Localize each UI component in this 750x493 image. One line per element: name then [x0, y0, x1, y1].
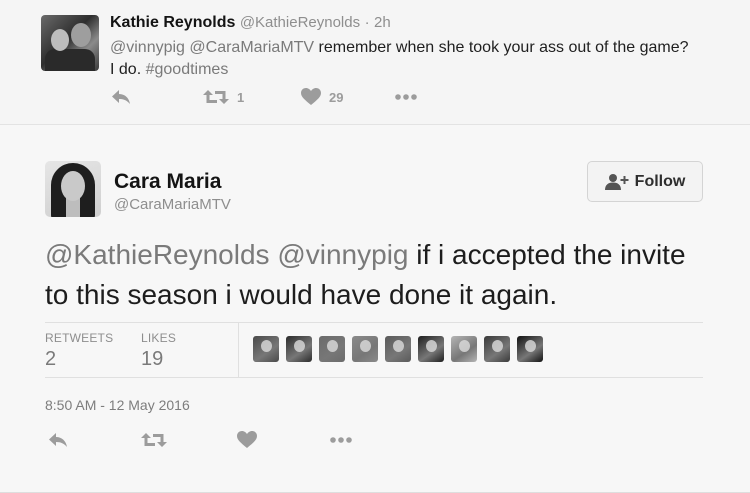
tweet-like-button[interactable]: [237, 431, 257, 449]
reply-mentions[interactable]: @vinnypig @CaraMariaMTV: [110, 39, 314, 56]
liker-avatar[interactable]: [286, 336, 312, 362]
liker-avatar[interactable]: [517, 336, 543, 362]
stats-top-divider: [45, 322, 703, 323]
liker-avatars: [253, 336, 550, 362]
reply-header: Kathie Reynolds @KathieReynolds · 2h: [110, 14, 391, 32]
reply-time[interactable]: 2h: [374, 14, 391, 31]
liker-avatar[interactable]: [385, 336, 411, 362]
tweet-actions: [45, 431, 445, 455]
likes-stat[interactable]: LIKES 19: [141, 331, 176, 371]
likes-count: 19: [141, 348, 164, 370]
follow-button[interactable]: Follow: [587, 161, 703, 202]
liker-avatar[interactable]: [418, 336, 444, 362]
more-icon: [330, 437, 352, 443]
heart-icon: [237, 431, 257, 448]
main-tweet: Cara Maria @CaraMariaMTV Follow @KathieR…: [0, 125, 750, 493]
liker-avatar[interactable]: [451, 336, 477, 362]
reply-author-name[interactable]: Kathie Reynolds: [110, 14, 235, 31]
tweet-more-button[interactable]: [329, 431, 353, 449]
reply-text-line-1: remember when she took your ass out of t…: [318, 39, 689, 56]
reply-text-line-2: I do.: [110, 61, 142, 78]
reply-author-handle[interactable]: @KathieReynolds: [240, 14, 360, 31]
reply-retweet-count: 1: [237, 89, 245, 105]
retweets-count: 2: [45, 348, 57, 370]
tweet-retweet-button[interactable]: [141, 431, 167, 449]
liker-avatar[interactable]: [352, 336, 378, 362]
tweet-timestamp[interactable]: 8:50 AM - 12 May 2016: [45, 397, 190, 413]
follow-label: Follow: [634, 172, 686, 190]
liker-avatar[interactable]: [253, 336, 279, 362]
author-avatar[interactable]: [45, 161, 101, 217]
stats-separator: [238, 323, 239, 377]
retweet-button[interactable]: 1: [203, 88, 244, 106]
stats-bottom-divider: [45, 377, 703, 378]
reply-button[interactable]: [110, 88, 132, 106]
reply-like-count: 29: [329, 89, 344, 105]
reply-icon: [112, 90, 130, 104]
reply-author-avatar[interactable]: [41, 15, 99, 71]
more-icon: [395, 94, 417, 100]
author-name[interactable]: Cara Maria: [114, 170, 221, 194]
tweet-mentions[interactable]: @KathieReynolds @vinnypig: [45, 239, 408, 270]
reply-separator: ·: [364, 14, 370, 31]
retweets-label: RETWEETS: [45, 331, 114, 345]
author-handle[interactable]: @CaraMariaMTV: [114, 196, 231, 213]
retweet-icon: [203, 90, 229, 104]
follow-person-icon: [604, 173, 629, 190]
retweet-icon: [141, 433, 167, 447]
reply-tweet[interactable]: Kathie Reynolds @KathieReynolds · 2h @vi…: [0, 0, 750, 125]
like-button[interactable]: 29: [301, 88, 343, 106]
reply-text: @vinnypig @CaraMariaMTV remember when sh…: [110, 37, 730, 81]
liker-avatar[interactable]: [484, 336, 510, 362]
heart-icon: [301, 88, 321, 105]
retweets-stat[interactable]: RETWEETS 2: [45, 331, 113, 371]
tweet-reply-button[interactable]: [47, 431, 69, 449]
liker-avatar[interactable]: [319, 336, 345, 362]
reply-hashtag[interactable]: #goodtimes: [146, 61, 229, 78]
likes-label: LIKES: [141, 331, 177, 345]
reply-actions: 1 29: [110, 88, 510, 112]
tweet-text: @KathieReynolds @vinnypig if i accepted …: [45, 235, 715, 315]
reply-icon: [49, 433, 67, 447]
more-button[interactable]: [394, 88, 418, 106]
